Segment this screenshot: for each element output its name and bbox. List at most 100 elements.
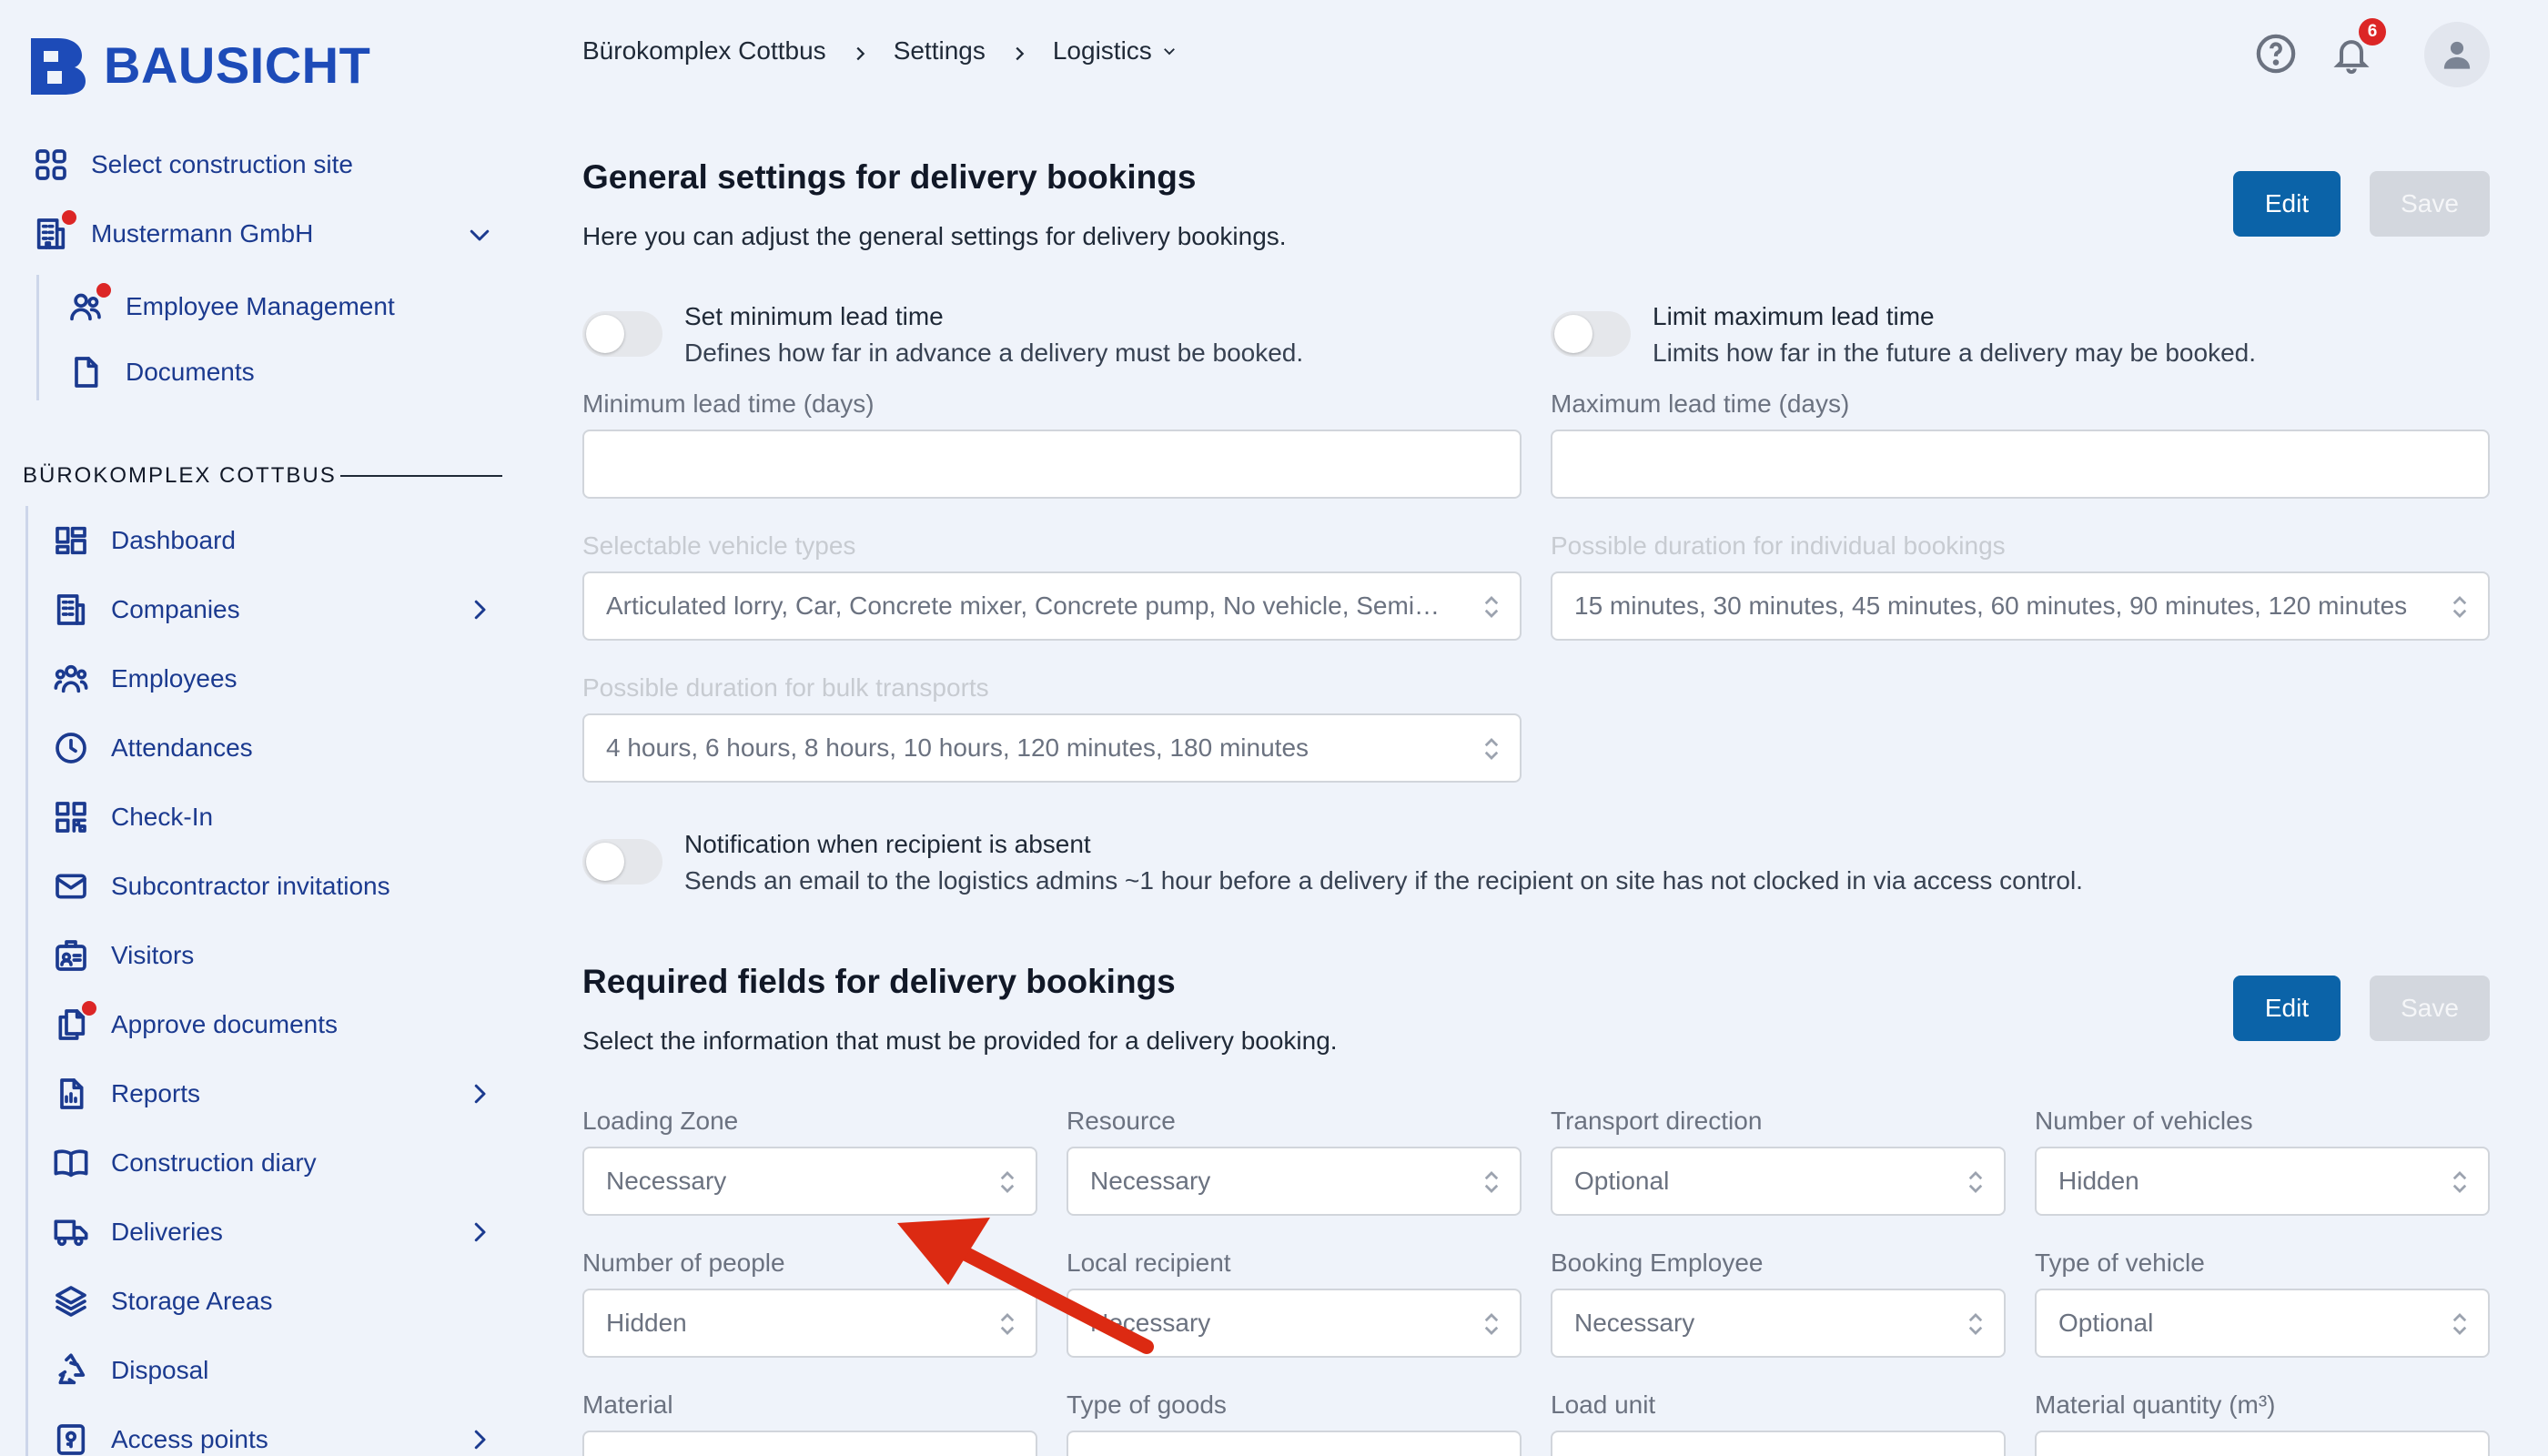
help-icon[interactable] bbox=[2255, 33, 2297, 79]
chevron-down-icon[interactable] bbox=[1152, 36, 1178, 66]
sidebar-item-companies[interactable]: Companies bbox=[51, 590, 240, 630]
absent-notification-toggle[interactable] bbox=[582, 839, 662, 885]
material-quantity-select[interactable] bbox=[2035, 1431, 2490, 1456]
field-label: Booking Employee bbox=[1551, 1249, 1764, 1277]
sidebar-item-attendances[interactable]: Attendances bbox=[51, 728, 253, 768]
breadcrumb-logistics[interactable]: Logistics bbox=[1053, 36, 1152, 66]
bulk-duration-select[interactable]: 4 hours, 6 hours, 8 hours, 10 hours, 120… bbox=[582, 713, 1522, 783]
chevron-updown-icon bbox=[1481, 1168, 1502, 1196]
grid-icon bbox=[31, 145, 71, 185]
chevron-right-icon[interactable] bbox=[466, 1218, 493, 1246]
absent-notification-sub: Sends an email to the logistics admins ~… bbox=[684, 866, 2083, 895]
field-label: Resource bbox=[1067, 1107, 1176, 1135]
nav-label: Visitors bbox=[111, 941, 195, 969]
required-save-button[interactable]: Save bbox=[2370, 976, 2490, 1041]
absent-notification-title: Notification when recipient is absent bbox=[684, 830, 1091, 858]
sidebar-item-storage-areas[interactable]: Storage Areas bbox=[51, 1281, 272, 1321]
sidebar-item-approve-documents[interactable]: Approve documents bbox=[51, 1001, 338, 1045]
sidebar-item-employees[interactable]: Employees bbox=[51, 659, 238, 699]
brand-logo[interactable]: BAUSICHT bbox=[27, 35, 370, 95]
sidebar-item-construction-diary[interactable]: Construction diary bbox=[51, 1143, 317, 1183]
report-icon bbox=[51, 1074, 91, 1114]
sidebar-item-check-in[interactable]: Check-In bbox=[51, 797, 213, 837]
users-icon bbox=[66, 283, 111, 327]
avatar[interactable] bbox=[2424, 22, 2490, 87]
type-of-vehicle-select[interactable]: Optional bbox=[2035, 1289, 2490, 1358]
clock-icon bbox=[51, 728, 91, 768]
company-selector[interactable]: Mustermann GmbH bbox=[31, 210, 313, 254]
nav-label: Deliveries bbox=[111, 1218, 223, 1246]
breadcrumb: Bürokomplex Cottbus Settings Logistics bbox=[582, 36, 1178, 66]
brand-name: BAUSICHT bbox=[104, 35, 371, 94]
individual-duration-select[interactable]: 15 minutes, 30 minutes, 45 minutes, 60 m… bbox=[1551, 571, 2490, 641]
nav-label: Attendances bbox=[111, 733, 253, 762]
type-of-goods-select[interactable] bbox=[1067, 1431, 1522, 1456]
loading-zone-select[interactable]: Necessary bbox=[582, 1147, 1037, 1216]
nav-label: Storage Areas bbox=[111, 1287, 273, 1315]
notification-count-badge: 6 bbox=[2359, 18, 2386, 46]
user-icon bbox=[2443, 41, 2471, 69]
notification-dot bbox=[82, 1001, 96, 1016]
nav-label: Documents bbox=[126, 358, 255, 386]
sidebar-item-visitors[interactable]: Visitors bbox=[51, 935, 194, 976]
chevron-right-icon bbox=[850, 41, 870, 61]
tree-line bbox=[25, 506, 28, 1456]
min-lead-time-sub: Defines how far in advance a delivery mu… bbox=[684, 339, 1304, 367]
booking-employee-select[interactable]: Necessary bbox=[1551, 1289, 2006, 1358]
select-value: Necessary bbox=[1574, 1309, 1695, 1337]
general-edit-button[interactable]: Edit bbox=[2233, 171, 2341, 237]
mail-icon bbox=[51, 866, 91, 906]
id-badge-icon bbox=[51, 935, 91, 976]
load-unit-select[interactable] bbox=[1551, 1431, 2006, 1456]
documents-icon bbox=[51, 1001, 96, 1045]
field-label: Number of vehicles bbox=[2035, 1107, 2253, 1135]
general-settings-description: Here you can adjust the general settings… bbox=[582, 222, 1287, 250]
field-label: Load unit bbox=[1551, 1390, 1656, 1419]
sidebar-item-access-points[interactable]: Access points bbox=[51, 1420, 268, 1456]
chevron-updown-icon bbox=[2450, 593, 2470, 621]
nav-label: Disposal bbox=[111, 1356, 209, 1384]
select-value: Articulated lorry, Car, Concrete mixer, … bbox=[606, 592, 1447, 620]
sidebar-item-reports[interactable]: Reports bbox=[51, 1074, 200, 1114]
min-lead-time-input[interactable] bbox=[582, 430, 1522, 499]
nav-label: Reports bbox=[111, 1079, 201, 1107]
select-value: 4 hours, 6 hours, 8 hours, 10 hours, 120… bbox=[606, 733, 1309, 762]
max-lead-time-label: Maximum lead time (days) bbox=[1551, 389, 1850, 418]
vehicle-types-select[interactable]: Articulated lorry, Car, Concrete mixer, … bbox=[582, 571, 1522, 641]
nav-label: Access points bbox=[111, 1425, 268, 1453]
document-icon bbox=[66, 352, 106, 392]
sidebar-item-dashboard[interactable]: Dashboard bbox=[51, 521, 236, 561]
general-save-button[interactable]: Save bbox=[2370, 171, 2490, 237]
max-lead-time-toggle[interactable] bbox=[1551, 311, 1631, 357]
chevron-right-icon[interactable] bbox=[466, 1080, 493, 1107]
chevron-down-icon[interactable] bbox=[466, 221, 493, 248]
select-construction-site[interactable]: Select construction site bbox=[31, 145, 353, 185]
breadcrumb-settings[interactable]: Settings bbox=[894, 36, 986, 66]
truck-icon bbox=[51, 1212, 91, 1252]
sidebar-item-disposal[interactable]: Disposal bbox=[51, 1350, 208, 1390]
qr-icon bbox=[51, 797, 91, 837]
sidebar-item-deliveries[interactable]: Deliveries bbox=[51, 1212, 223, 1252]
sidebar-item-employee-management[interactable]: Employee Management bbox=[66, 283, 395, 327]
chevron-updown-icon bbox=[1481, 1310, 1502, 1338]
resource-select[interactable]: Necessary bbox=[1067, 1147, 1522, 1216]
site-section-title: BÜROKOMPLEX COTTBUS bbox=[23, 463, 337, 488]
building-icon bbox=[51, 590, 91, 630]
min-lead-time-toggle[interactable] bbox=[582, 311, 662, 357]
chevron-right-icon[interactable] bbox=[466, 596, 493, 623]
transport-direction-select[interactable]: Optional bbox=[1551, 1147, 2006, 1216]
required-fields-description: Select the information that must be prov… bbox=[582, 1026, 1338, 1055]
min-lead-time-title: Set minimum lead time bbox=[684, 302, 944, 330]
max-lead-time-input[interactable] bbox=[1551, 430, 2490, 499]
sidebar-item-documents[interactable]: Documents bbox=[66, 352, 255, 392]
material-select[interactable] bbox=[582, 1431, 1037, 1456]
sidebar-item-subcontractor-invitations[interactable]: Subcontractor invitations bbox=[51, 866, 390, 906]
book-icon bbox=[51, 1143, 91, 1183]
nav-label: Construction diary bbox=[111, 1148, 317, 1177]
chevron-right-icon[interactable] bbox=[466, 1426, 493, 1453]
number-of-vehicles-select[interactable]: Hidden bbox=[2035, 1147, 2490, 1216]
toggle-knob bbox=[1554, 315, 1592, 353]
required-edit-button[interactable]: Edit bbox=[2233, 976, 2341, 1041]
breadcrumb-site[interactable]: Bürokomplex Cottbus bbox=[582, 36, 826, 66]
chevron-updown-icon bbox=[1481, 735, 1502, 763]
